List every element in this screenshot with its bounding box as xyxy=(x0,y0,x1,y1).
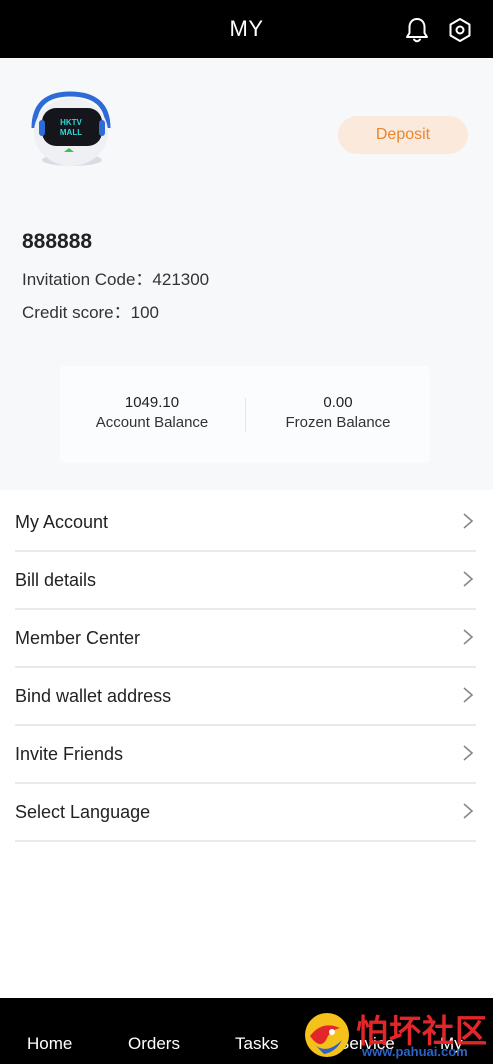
avatar[interactable]: HKTV MALL xyxy=(26,90,116,170)
profile-section: HKTV MALL Deposit 888888 Invitation Code… xyxy=(0,58,493,490)
tab-orders[interactable]: Orders xyxy=(128,1034,180,1054)
deposit-button[interactable]: Deposit xyxy=(338,116,468,154)
menu-item-bind-wallet[interactable]: Bind wallet address xyxy=(15,668,476,726)
menu-item-label: Select Language xyxy=(15,802,151,822)
watermark: 怕坏社区 www.pahuai.com xyxy=(298,1004,493,1064)
account-balance-label: Account Balance xyxy=(95,414,209,431)
top-header: MY xyxy=(0,0,493,58)
credit-score: Credit score：100 xyxy=(22,303,160,322)
chevron-right-icon xyxy=(462,570,474,588)
menu-item-label: Bind wallet address xyxy=(15,686,172,706)
menu-item-label: My Account xyxy=(15,512,109,532)
username: 888888 xyxy=(22,230,93,253)
watermark-logo-icon xyxy=(302,1010,352,1060)
tab-home[interactable]: Home xyxy=(27,1034,72,1054)
chevron-right-icon xyxy=(462,744,474,762)
account-balance-value: 1049.10 xyxy=(124,394,180,411)
avatar-text-line1: HKTV xyxy=(60,118,82,127)
account-balance: 1049.10 Account Balance xyxy=(60,394,244,431)
chevron-right-icon xyxy=(462,686,474,704)
bell-icon[interactable] xyxy=(404,16,430,44)
watermark-url: www.pahuai.com xyxy=(362,1044,468,1059)
invitation-code: Invitation Code：421300 xyxy=(22,270,210,289)
menu-item-select-language[interactable]: Select Language xyxy=(15,784,476,842)
menu-item-bill-details[interactable]: Bill details xyxy=(15,552,476,610)
tab-tasks[interactable]: Tasks xyxy=(235,1034,278,1054)
menu-item-label: Invite Friends xyxy=(15,744,124,764)
balance-card: 1049.10 Account Balance 0.00 Frozen Bala… xyxy=(60,366,430,463)
frozen-balance-label: Frozen Balance xyxy=(285,414,391,431)
gear-icon[interactable] xyxy=(447,16,473,44)
chevron-right-icon xyxy=(462,628,474,646)
frozen-balance: 0.00 Frozen Balance xyxy=(246,394,430,431)
menu-item-my-account[interactable]: My Account xyxy=(15,494,476,552)
menu-item-label: Member Center xyxy=(15,628,141,648)
menu-list: My Account Bill details Member Center Bi… xyxy=(15,494,476,842)
menu-item-label: Bill details xyxy=(15,570,97,590)
frozen-balance-value: 0.00 xyxy=(323,394,353,411)
chevron-right-icon xyxy=(462,802,474,820)
menu-item-member-center[interactable]: Member Center xyxy=(15,610,476,668)
avatar-text-line2: MALL xyxy=(60,128,82,137)
menu-item-invite-friends[interactable]: Invite Friends xyxy=(15,726,476,784)
chevron-right-icon xyxy=(462,512,474,530)
